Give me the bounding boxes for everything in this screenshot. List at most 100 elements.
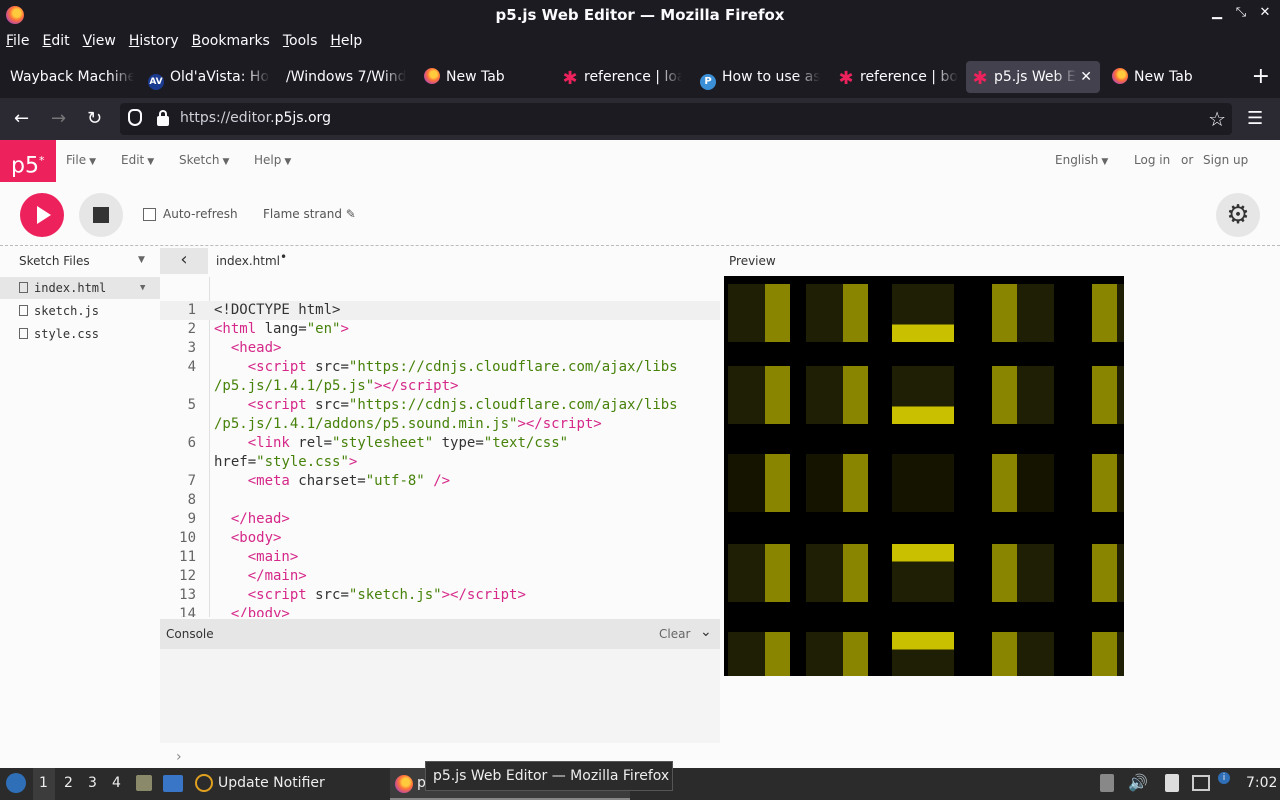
cube	[992, 454, 1054, 512]
cube	[892, 632, 954, 676]
back-icon[interactable]: ←	[14, 108, 29, 130]
menu-view[interactable]: View	[83, 30, 116, 52]
console-title: Console	[166, 627, 214, 641]
stop-button[interactable]	[79, 193, 123, 237]
file-options-icon[interactable]: ▼	[140, 277, 145, 299]
start-menu-icon[interactable]	[6, 773, 26, 793]
code-line[interactable]: 12 </main>	[160, 567, 720, 586]
chevron-down-icon[interactable]: ⌄	[700, 624, 712, 640]
p5-menu-help[interactable]: Help ▼	[254, 153, 291, 167]
file-style-css[interactable]: style.css	[0, 323, 160, 345]
lock-icon[interactable]	[157, 110, 169, 126]
console-header: Console Clear ⌄	[160, 619, 720, 649]
tab-reference-2[interactable]: ✱ reference | bo	[834, 61, 958, 93]
workspace-4[interactable]: 4	[112, 775, 121, 791]
code-line[interactable]: 2 <html lang="en">	[160, 320, 720, 339]
settings-gear-button[interactable]: ⚙	[1216, 193, 1260, 237]
line-source: <meta charset="utf-8" />	[247, 473, 451, 489]
cube	[1092, 366, 1124, 424]
p5-logo[interactable]: p5*	[0, 140, 56, 182]
p5-menu-edit[interactable]: Edit ▼	[121, 153, 154, 167]
update-notifier-task[interactable]: Update Notifier	[218, 775, 325, 791]
shield-icon[interactable]	[128, 109, 142, 126]
tab-newtab-2[interactable]: New Tab	[1108, 61, 1238, 93]
p-icon: P	[700, 74, 716, 90]
cube	[806, 284, 868, 342]
close-window-button[interactable]: ✕	[1256, 5, 1274, 20]
clipboard-icon[interactable]	[1100, 774, 1114, 792]
code-line[interactable]: 5 <script src="https://cdnjs.cloudflare.…	[160, 396, 720, 415]
sketch-name[interactable]: Flame strand ✎	[263, 207, 356, 221]
code-line[interactable]: 13 <script src="sketch.js"></script>	[160, 586, 720, 605]
line-number: 9	[187, 511, 196, 527]
tab-wayback[interactable]: Wayback Machine	[6, 61, 134, 93]
workspace-3[interactable]: 3	[88, 775, 97, 791]
p5-menu-sketch[interactable]: Sketch ▼	[179, 153, 229, 167]
code-line[interactable]: 7 <meta charset="utf-8" />	[160, 472, 720, 491]
play-button[interactable]	[20, 193, 64, 237]
auto-refresh-label: Auto-refresh	[163, 207, 238, 221]
menu-file[interactable]: File	[6, 30, 29, 52]
volume-icon[interactable]: 🔊	[1128, 773, 1148, 792]
desktop-icon[interactable]	[163, 775, 183, 792]
menu-bookmarks[interactable]: Bookmarks	[192, 30, 270, 52]
code-line[interactable]: 9 </head>	[160, 510, 720, 529]
login-link[interactable]: Log in	[1134, 153, 1170, 167]
menu-history[interactable]: History	[129, 30, 179, 52]
url-text[interactable]: https://editor.p5js.org	[180, 110, 331, 126]
p5-menu-file[interactable]: File ▼	[66, 153, 96, 167]
tab-reference-1[interactable]: ✱ reference | loa	[558, 61, 682, 93]
firefox-icon	[1112, 68, 1128, 84]
menu-edit[interactable]: Edit	[42, 30, 69, 52]
tab-windows7[interactable]: /Windows 7/Wind	[282, 61, 406, 93]
url-bar[interactable]: https://editor.p5js.org ☆	[120, 103, 1232, 135]
new-tab-button[interactable]: +	[1252, 64, 1270, 90]
code-lines[interactable]: 1 <!DOCTYPE html> 2 <html lang="en"> 3 <head…	[160, 277, 720, 617]
file-sketch-js[interactable]: sketch.js	[0, 300, 160, 322]
info-icon[interactable]: i	[1218, 772, 1230, 784]
line-number: 5	[187, 397, 196, 413]
line-source: href="style.css">	[214, 454, 358, 470]
hamburger-menu-icon[interactable]: ☰	[1247, 108, 1263, 130]
file-manager-icon[interactable]	[136, 775, 152, 791]
tab-how-to-use[interactable]: P How to use as	[696, 61, 820, 93]
menu-help[interactable]: Help	[330, 30, 362, 52]
code-line[interactable]: href="style.css">	[160, 453, 720, 472]
tab-newtab-1[interactable]: New Tab	[420, 61, 550, 93]
tab-p5-editor[interactable]: ✱ p5.js Web E ✕	[966, 61, 1100, 93]
code-line[interactable]: 3 <head>	[160, 339, 720, 358]
code-line[interactable]: 1 <!DOCTYPE html>	[160, 301, 720, 320]
code-line[interactable]: 10 <body>	[160, 529, 720, 548]
open-file-tab[interactable]: index.html•	[216, 250, 287, 268]
code-line[interactable]: 11 <main>	[160, 548, 720, 567]
code-line[interactable]: 4 <script src="https://cdnjs.cloudflare.…	[160, 358, 720, 377]
auto-refresh-checkbox[interactable]	[143, 208, 156, 221]
file-index-html[interactable]: index.html ▼	[0, 277, 160, 299]
workspace-2[interactable]: 2	[64, 775, 73, 791]
code-line[interactable]: 14 </body>	[160, 605, 720, 617]
firefox-icon	[424, 68, 440, 84]
menu-tools[interactable]: Tools	[283, 30, 318, 52]
code-line[interactable]: /p5.js/1.4.1/p5.js"></script>	[160, 377, 720, 396]
language-select[interactable]: English ▼	[1055, 153, 1108, 167]
signup-link[interactable]: Sign up	[1203, 153, 1248, 167]
code-line[interactable]: 8	[160, 491, 720, 510]
maximize-button[interactable]: ⤡	[1232, 5, 1250, 20]
code-line[interactable]: 6 <link rel="stylesheet" type="text/css"	[160, 434, 720, 453]
reload-icon[interactable]: ↻	[87, 108, 102, 130]
forward-icon[interactable]: →	[51, 108, 66, 130]
close-tab-icon[interactable]: ✕	[1080, 61, 1092, 93]
console-clear-button[interactable]: Clear	[659, 627, 690, 641]
tab-altavista[interactable]: AV Old'aVista: Ho	[144, 61, 270, 93]
code-line[interactable]: /p5.js/1.4.1/addons/p5.sound.min.js"></s…	[160, 415, 720, 434]
cube	[892, 284, 954, 342]
bookmark-star-icon[interactable]: ☆	[1208, 107, 1226, 131]
minimize-button[interactable]: ▁	[1208, 5, 1226, 20]
notes-icon[interactable]	[1165, 774, 1179, 792]
workspace-1[interactable]: 1	[39, 775, 48, 791]
sidebar-dropdown-icon[interactable]: ▼	[138, 255, 145, 265]
p5-editor: p5* File ▼ Edit ▼ Sketch ▼ Help ▼ English ▼ L…	[0, 140, 1280, 768]
code-editor[interactable]: ‹ index.html• 1 <!DOCTYPE html> 2 <html lan…	[160, 247, 720, 619]
collapse-sidebar-button[interactable]: ‹	[160, 248, 208, 274]
network-icon[interactable]	[1192, 775, 1210, 791]
